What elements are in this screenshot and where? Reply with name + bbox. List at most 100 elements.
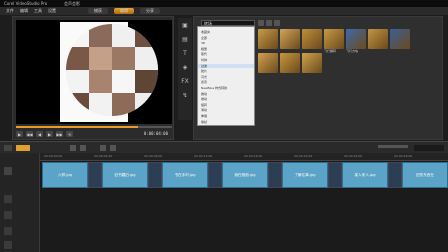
- title-icon[interactable]: T: [181, 50, 189, 58]
- transition-clip[interactable]: [208, 162, 222, 188]
- dropdown-item[interactable]: 时钟: [201, 58, 207, 62]
- video-clip[interactable]: 旧的东西在: [402, 162, 448, 188]
- dropdown-item[interactable]: 滑动: [201, 108, 207, 112]
- timecode[interactable]: 0:00:04:00: [144, 131, 168, 136]
- dropdown-item[interactable]: 闪光: [201, 75, 207, 79]
- playback-controls: ▶ ◀◀ ◀ ▶ ▶▶ ⟲ 0:00:04:00: [16, 129, 172, 139]
- video-clip[interactable]: 她在相册.jpg: [222, 162, 268, 188]
- transition-clip[interactable]: [268, 162, 282, 188]
- menu-tools[interactable]: 工具: [34, 8, 42, 14]
- step-share[interactable]: 分享: [140, 8, 160, 14]
- timeline-view-icon[interactable]: [16, 145, 30, 151]
- video-track-icon[interactable]: [4, 167, 12, 175]
- graphic-icon[interactable]: ◈: [181, 64, 189, 72]
- video-clip[interactable]: 书在手时.jpg: [162, 162, 208, 188]
- voice-track-icon[interactable]: [4, 227, 12, 235]
- track-headers: [0, 153, 40, 252]
- transition-clip[interactable]: [328, 162, 342, 188]
- library-sidebar: ▣ ▤ T ◈ FX ↯: [178, 18, 192, 120]
- step-capture[interactable]: 捕获: [88, 8, 108, 14]
- dropdown-item[interactable]: NewBlue 样式转换: [201, 86, 227, 90]
- transition-thumbnail[interactable]: [368, 29, 388, 49]
- prev-frame-button[interactable]: ◀: [36, 131, 43, 137]
- clip-label: 了解往事.jpg: [294, 173, 316, 177]
- dropdown-item[interactable]: 卷动: [201, 97, 207, 101]
- filter-icon[interactable]: FX: [181, 78, 189, 86]
- timeline-ruler[interactable]: 00:00:00:00 00:00:04:00 00:00:08:00 00:00:1…: [40, 153, 448, 161]
- transition-clip[interactable]: [148, 162, 162, 188]
- transition-thumbnail[interactable]: [302, 29, 322, 49]
- storyboard-view-icon[interactable]: [4, 145, 12, 151]
- dropdown-item[interactable]: 过滤: [198, 63, 254, 68]
- video-clip[interactable]: 了解往事.jpg: [282, 162, 328, 188]
- scrub-bar[interactable]: [16, 126, 172, 128]
- transition-thumbnail[interactable]: [324, 29, 344, 49]
- category-dropdown[interactable]: 收藏夹全部 3D 相册 取代时钟 过滤 胶片闪光 遮罩 NewBlue 样式转换 推动 卷动旋转滑…: [197, 26, 255, 126]
- home-button[interactable]: ◀◀: [26, 131, 33, 137]
- transition-icon[interactable]: ▤: [181, 36, 189, 44]
- transition-clip[interactable]: [388, 162, 402, 188]
- preview-window[interactable]: [16, 20, 172, 124]
- transition-thumbnail[interactable]: [258, 53, 278, 73]
- dropdown-item[interactable]: 旋转: [201, 103, 207, 107]
- dropdown-item[interactable]: 遮罩: [201, 80, 207, 84]
- transition-thumbnail[interactable]: [346, 29, 366, 49]
- transition-thumbnail[interactable]: [258, 29, 278, 49]
- dropdown-item[interactable]: 胶片: [201, 69, 207, 73]
- end-button[interactable]: ▶▶: [56, 131, 63, 137]
- ruler-tick-label: 00:00:00:00: [44, 154, 63, 158]
- ruler-tick-label: 00:00:04:00: [94, 154, 113, 158]
- clip-label: 某人来人.jpg: [354, 173, 376, 177]
- transition-thumbnail[interactable]: [390, 29, 410, 49]
- zoom-slider[interactable]: [378, 145, 408, 148]
- add-folder-icon[interactable]: [258, 20, 264, 26]
- dropdown-item[interactable]: 取代: [201, 52, 207, 56]
- play-button[interactable]: ▶: [16, 131, 23, 137]
- timeline-toolbar: [0, 141, 448, 153]
- clip-label: 书在手时.jpg: [174, 173, 196, 177]
- music-track-icon[interactable]: [4, 241, 12, 249]
- record-icon[interactable]: [100, 145, 106, 151]
- undo-icon[interactable]: [70, 145, 76, 151]
- transition-clip[interactable]: [88, 162, 102, 188]
- transition-thumbnail[interactable]: [302, 53, 322, 73]
- menu-settings[interactable]: 设置: [48, 8, 56, 14]
- scrub-progress: [16, 126, 138, 128]
- video-clip[interactable]: 旧书翻旧.jpg: [102, 162, 148, 188]
- other-tracks: [40, 189, 448, 252]
- clip-label: 六样.jpg: [58, 173, 72, 177]
- step-edit[interactable]: 编辑: [114, 8, 134, 14]
- dropdown-item[interactable]: 3D: [201, 41, 205, 45]
- dropdown-item[interactable]: 伸展: [201, 114, 207, 118]
- menu-edit[interactable]: 编辑: [20, 8, 28, 14]
- transition-thumbnail[interactable]: [280, 29, 300, 49]
- title-track-icon[interactable]: [4, 211, 12, 219]
- ruler-tick-label: 00:00:28:00: [394, 154, 413, 158]
- menu-bar: 文件 编辑 工具 设置 捕获 编辑 分享: [0, 7, 448, 15]
- redo-icon[interactable]: [80, 145, 86, 151]
- menu-file[interactable]: 文件: [6, 8, 14, 14]
- media-icon[interactable]: ▣: [181, 22, 189, 30]
- path-icon[interactable]: ↯: [181, 92, 189, 100]
- video-frame: [60, 22, 158, 122]
- repeat-button[interactable]: ⟲: [66, 131, 73, 137]
- transition-thumbnail[interactable]: [280, 53, 300, 73]
- next-frame-button[interactable]: ▶: [46, 131, 53, 137]
- dropdown-item[interactable]: 擦拭: [201, 120, 207, 124]
- import-icon[interactable]: [266, 20, 272, 26]
- dropdown-item[interactable]: 推动: [201, 92, 207, 96]
- dropdown-item[interactable]: 全部: [201, 36, 207, 40]
- overlay-track-icon[interactable]: [4, 195, 12, 203]
- window-title: Corel VideoStudio Pro: [4, 1, 48, 6]
- audio-mixer-icon[interactable]: [110, 145, 116, 151]
- clip-label: 她在相册.jpg: [234, 173, 256, 177]
- video-clip[interactable]: 某人来人.jpg: [342, 162, 388, 188]
- ruler-tick-label: 00:00:16:00: [244, 154, 263, 158]
- dropdown-item[interactable]: 相册: [201, 47, 207, 51]
- video-clip[interactable]: 六样.jpg: [42, 162, 88, 188]
- project-duration: [414, 145, 444, 151]
- dropdown-item[interactable]: 收藏夹: [201, 30, 210, 34]
- ruler-tick-label: 00:00:20:00: [294, 154, 313, 158]
- ruler-tick-label: 00:00:24:00: [344, 154, 363, 158]
- apply-icon[interactable]: [274, 20, 280, 26]
